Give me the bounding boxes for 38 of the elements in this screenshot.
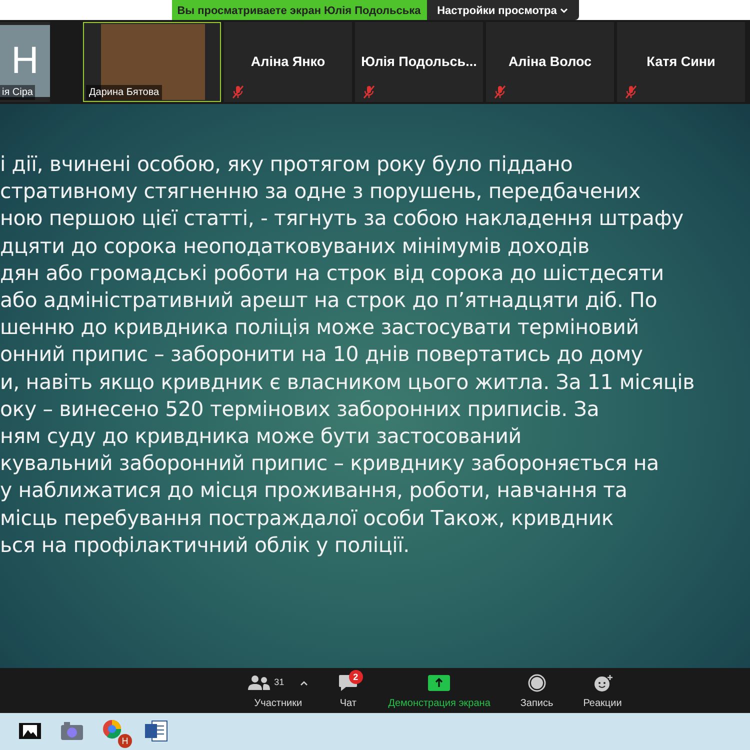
slide-text-line: кувальний заборонний припис – кривднику забороняється на bbox=[0, 450, 660, 478]
slide-text-line: шенню до кривдника поліція може застосувати терміновий bbox=[0, 314, 640, 342]
slide-text-line: дцяти до сорока неоподатковуваних мінімумів доходів bbox=[0, 232, 590, 260]
participant-name: Аліна Янко bbox=[250, 52, 326, 71]
slide-text-line: онний припис – заборонити на 10 днів повертатись до дому bbox=[0, 341, 644, 368]
slide-text-line: и, навіть якщо кривдник є власником цього житла. За 11 місяців bbox=[0, 368, 696, 396]
caret-icon bbox=[300, 680, 308, 686]
caret-icon bbox=[560, 8, 568, 14]
record-button[interactable]: Запись bbox=[518, 673, 556, 711]
slide-text-line: дян або громадські роботи на строк від сорока до шістдесяти bbox=[0, 260, 665, 287]
viewing-notice: Вы просматриваете экран Юлія Подольська bbox=[172, 0, 426, 20]
smiley-icon bbox=[592, 674, 612, 692]
slide-text-line: ням суду до кривдника може бути застосований bbox=[0, 423, 522, 450]
participant-name: Катя Сини bbox=[646, 52, 716, 71]
slide-text-line: місць перебування постраждалої особи Також, кривдник bbox=[0, 504, 615, 532]
slide-text-line: у наближатися до місця проживання, роботи, навчання та bbox=[0, 477, 628, 504]
participant-name: Дарина Бятова bbox=[86, 85, 162, 100]
slide-text-line: ною першою цієї статті, - тягнуть за собою накладення штрафу bbox=[0, 205, 684, 232]
participants-button[interactable]: 31 Участники bbox=[246, 673, 310, 711]
view-settings-button[interactable]: Настройки просмотра bbox=[426, 0, 578, 20]
people-icon bbox=[248, 675, 270, 691]
chat-button[interactable]: 2 Чат bbox=[336, 673, 360, 711]
word-icon[interactable] bbox=[144, 719, 168, 744]
participant-name: ія Сіра bbox=[0, 85, 35, 100]
reactions-button[interactable]: Реакции bbox=[581, 673, 624, 711]
slide-text-line: стративному стягненню за одне з порушень, передбачених bbox=[0, 178, 642, 206]
participant-name: Юлія Подольсь... bbox=[361, 52, 477, 71]
record-icon bbox=[528, 674, 546, 692]
slide-text-line: оку – винесено 520 термінових заборонних приписів. За bbox=[0, 396, 600, 423]
share-screen-icon bbox=[428, 675, 450, 691]
slide-text-line: ься на профілактичний облік у поліції. bbox=[0, 532, 410, 559]
slide-text-line: або адміністративний арешт на строк до п’ятнадцяти діб. По bbox=[0, 287, 658, 314]
participant-name: Аліна Волос bbox=[508, 52, 592, 71]
slide-text-line: і дії, вчинені особою, яку протягом року було піддано bbox=[0, 151, 574, 178]
unread-badge: 2 bbox=[348, 670, 363, 684]
participant-count: 31 bbox=[274, 676, 284, 690]
badge-letter: H bbox=[118, 734, 132, 748]
share-button[interactable]: Демонстрация экрана bbox=[386, 673, 492, 711]
